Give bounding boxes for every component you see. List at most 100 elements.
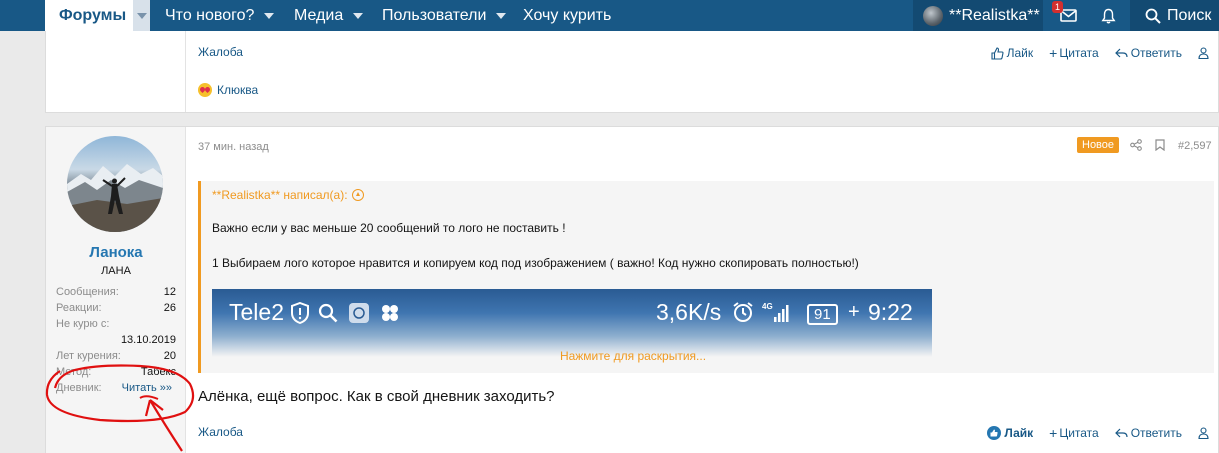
share-icon[interactable]	[1130, 139, 1142, 151]
stat-label: Дневник:	[56, 382, 102, 394]
stat-value: 12	[163, 286, 176, 298]
post-actions: Лайк + Цитата Ответить	[971, 425, 1212, 441]
chevron-down-icon	[136, 12, 147, 19]
inbox-badge: 1	[1052, 1, 1063, 13]
tab-forums-label: Форумы	[59, 6, 127, 24]
user-icon-button[interactable]	[1198, 47, 1212, 59]
like-button[interactable]: Лайк	[991, 46, 1034, 60]
plus-icon: +	[848, 301, 860, 323]
tab-whats-new[interactable]: Что нового?	[165, 0, 275, 31]
like-label: Лайк	[1006, 46, 1034, 60]
post-message: Алёнка, ещё вопрос. Как в свой дневник з…	[198, 388, 555, 405]
tab-forums[interactable]: Форумы	[45, 0, 150, 31]
phone-battery: 91	[807, 304, 838, 325]
reaction-summary[interactable]: Клюква	[198, 83, 258, 97]
bell-icon	[1100, 8, 1116, 23]
search-icon	[1145, 8, 1161, 24]
top-navbar: Форумы Что нового? Медиа Пользователи Хо…	[0, 0, 1219, 31]
stat-method: Метод: Табекс	[56, 364, 176, 380]
post-user-column: Ланока ЛАНА Сообщения: 12 Реакции: 26 Не к…	[46, 127, 186, 453]
reply-button[interactable]: Ответить	[1114, 46, 1182, 60]
quote-author-label: **Realistka** написал(а):	[212, 188, 348, 202]
post-actions: Лайк + Цитата Ответить	[975, 45, 1212, 61]
user-icon	[1198, 47, 1209, 59]
account-username: **Realistka**	[949, 6, 1040, 24]
tab-forums-dropdown[interactable]	[133, 0, 150, 31]
stat-reactions: Реакции: 26	[56, 300, 176, 316]
tab-media-label: Медиа	[294, 6, 344, 24]
post-previous: Жалоба Лайк + Цитата Ответить Клюква	[45, 31, 1219, 113]
tab-users[interactable]: Пользователи	[382, 0, 507, 31]
thumbs-up-filled-icon	[987, 426, 1002, 440]
post-user-title: ЛАНА	[101, 265, 131, 277]
account-menu[interactable]: **Realistka**	[913, 0, 1043, 31]
quote-block: **Realistka** написал(а): Важно если у в…	[198, 181, 1214, 373]
chevron-down-icon[interactable]	[264, 12, 275, 19]
user-stats: Сообщения: 12 Реакции: 26 Не курю с: 13.10…	[56, 284, 176, 396]
stat-label: Не курю с:	[56, 318, 110, 330]
alerts-button[interactable]	[1088, 0, 1128, 31]
quote-label: Цитата	[1059, 46, 1099, 60]
diary-read-link[interactable]: Читать »»	[122, 382, 172, 394]
user-avatar[interactable]	[67, 136, 163, 232]
alarm-icon	[733, 302, 753, 322]
report-link[interactable]: Жалоба	[198, 45, 243, 59]
stat-value: 26	[163, 302, 176, 314]
post-username[interactable]: Ланока	[46, 244, 186, 261]
stat-quit-since: Не курю с:	[56, 316, 176, 332]
tab-users-label: Пользователи	[382, 6, 487, 24]
search-label: Поиск	[1167, 6, 1212, 24]
quote-author[interactable]: **Realistka** написал(а):	[212, 188, 364, 202]
reply-label: Ответить	[1130, 426, 1182, 440]
shield-icon	[291, 302, 309, 324]
thumbs-up-icon	[991, 46, 1004, 60]
stat-label: Сообщения:	[56, 286, 119, 298]
plus-icon: +	[1049, 45, 1058, 61]
post-user-column	[46, 31, 186, 112]
reply-label: Ответить	[1130, 46, 1182, 60]
avatar	[923, 5, 943, 26]
quote-button[interactable]: + Цитата	[1049, 45, 1099, 61]
like-label: Лайк	[1004, 426, 1034, 440]
arrow-up-circle-icon[interactable]	[351, 189, 364, 201]
stat-diary: Дневник: Читать »»	[56, 380, 176, 396]
report-link[interactable]: Жалоба	[198, 425, 243, 439]
phone-time: 9:22	[868, 299, 913, 325]
post-time[interactable]: 37 мин. назад	[198, 141, 269, 153]
search-icon	[318, 303, 338, 323]
quote-line-1: Важно если у вас меньше 20 сообщений то …	[212, 221, 566, 235]
quote-line-2: 1 Выбираем лого которое нравится и копир…	[212, 256, 859, 270]
stat-messages: Сообщения: 12	[56, 284, 176, 300]
tab-media[interactable]: Медиа	[294, 0, 364, 31]
heart-eyes-emoji-icon	[198, 83, 212, 97]
new-badge: Новое	[1077, 137, 1120, 153]
mountain-photo	[67, 164, 163, 232]
reply-icon	[1114, 428, 1128, 437]
post-number[interactable]: #2,597	[1178, 140, 1212, 152]
expand-quote-link[interactable]: Нажмите для раскрытия...	[49, 349, 1217, 363]
search-button[interactable]: Поиск	[1130, 0, 1219, 31]
like-button[interactable]: Лайк	[987, 426, 1033, 440]
reply-button[interactable]: Ответить	[1114, 426, 1182, 440]
svg-text:4G: 4G	[762, 302, 773, 311]
reaction-user[interactable]: Клюква	[217, 83, 258, 97]
chevron-down-icon[interactable]	[353, 12, 364, 19]
tab-want-smoke[interactable]: Хочу курить	[523, 0, 611, 31]
plus-icon: +	[1049, 425, 1058, 441]
reply-icon	[1114, 48, 1128, 57]
tab-want-smoke-label: Хочу курить	[523, 6, 612, 24]
clover-icon	[382, 305, 398, 321]
phone-carrier: Tele2	[229, 299, 284, 325]
quote-button[interactable]: + Цитата	[1049, 425, 1099, 441]
chevron-down-icon[interactable]	[496, 12, 507, 19]
stat-value: Табекс	[140, 366, 176, 378]
bookmark-icon[interactable]	[1155, 139, 1165, 151]
user-icon-button[interactable]	[1198, 427, 1212, 439]
stat-label: Реакции:	[56, 302, 102, 314]
quoted-screenshot-image[interactable]: Tele2 3,6K/s 4G 91 + 9:22	[212, 289, 932, 357]
stat-quit-date: 13.10.2019	[56, 332, 176, 348]
app-icon	[349, 303, 369, 323]
user-icon	[1198, 427, 1209, 439]
phone-speed: 3,6K/s	[656, 299, 722, 325]
stat-label: Метод:	[56, 366, 92, 378]
